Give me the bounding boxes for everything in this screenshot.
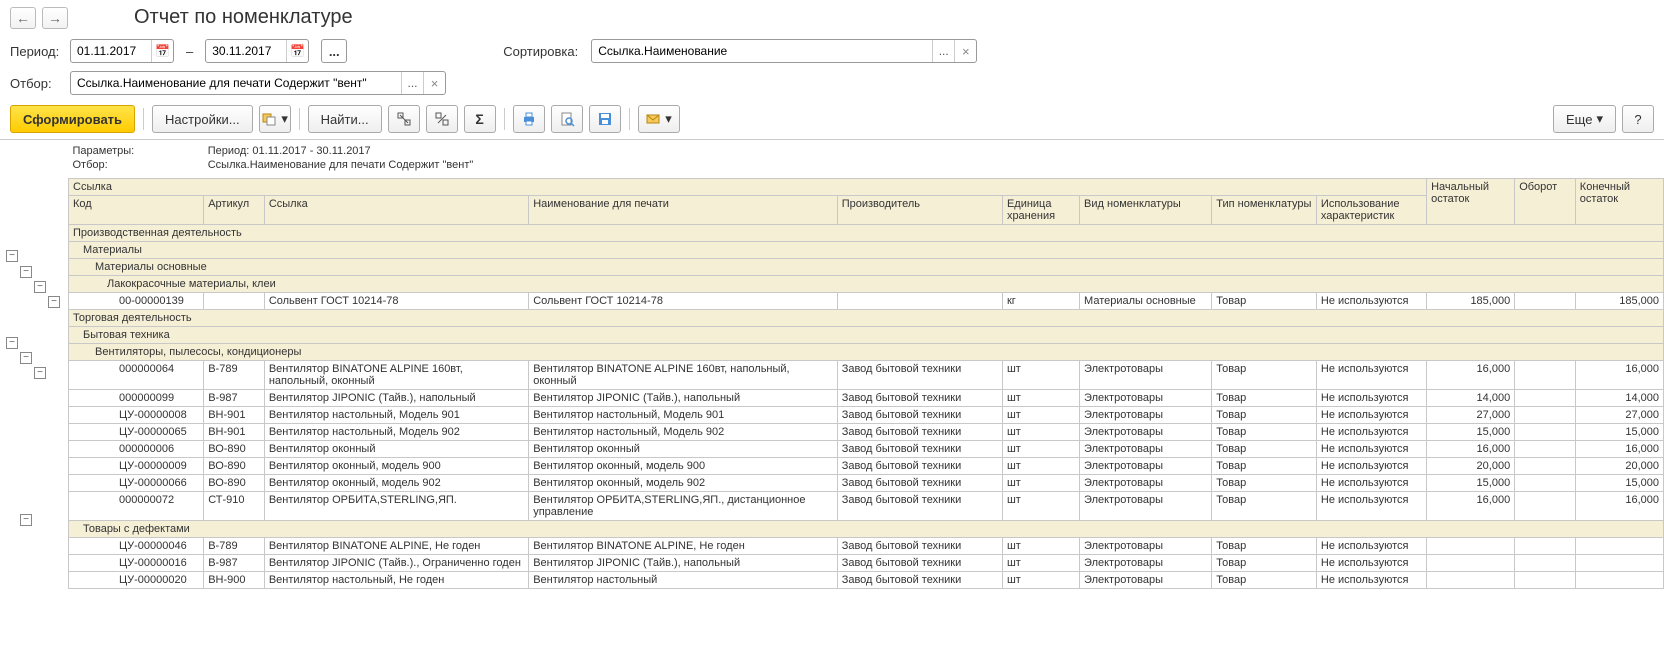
header-isp: Использование характеристик	[1316, 195, 1426, 224]
table-row[interactable]: ЦУ-00000065ВН-901Вентилятор настольный, …	[69, 423, 1664, 440]
params-label: Параметры:	[69, 144, 204, 158]
sort-group: ... ×	[591, 39, 977, 63]
tree-toggle[interactable]: −	[20, 514, 32, 526]
print-button[interactable]	[513, 105, 545, 133]
header-tip: Тип номенклатуры	[1212, 195, 1317, 224]
table-row[interactable]: 00-00000139Сольвент ГОСТ 10214-78Сольвен…	[69, 292, 1664, 309]
save-button[interactable]	[589, 105, 621, 133]
header-vid: Вид номенклатуры	[1080, 195, 1212, 224]
group-row[interactable]: Вентиляторы, пылесосы, кондиционеры	[69, 343, 1664, 360]
tree-toggle[interactable]: −	[6, 337, 18, 349]
params-text: Период: 01.11.2017 - 30.11.2017	[204, 144, 1664, 158]
preview-button[interactable]	[551, 105, 583, 133]
header-kon: Конечный остаток	[1575, 178, 1663, 224]
forward-button[interactable]: →	[42, 7, 68, 29]
period-from-input[interactable]	[71, 40, 151, 62]
report-body[interactable]: Параметры: Период: 01.11.2017 - 30.11.20…	[68, 140, 1664, 616]
period-to-input[interactable]	[206, 40, 286, 62]
generate-button[interactable]: Сформировать	[10, 105, 135, 133]
table-row[interactable]: ЦУ-00000046B-789Вентилятор BINATONE ALPI…	[69, 537, 1664, 554]
period-dash: –	[182, 44, 197, 59]
header-print: Наименование для печати	[529, 195, 837, 224]
email-button[interactable]: ▾	[638, 105, 680, 133]
table-row[interactable]: 000000064B-789Вентилятор BINATONE ALPINE…	[69, 360, 1664, 389]
tree-toggle[interactable]: −	[48, 296, 60, 308]
sort-ellipsis-button[interactable]: ...	[932, 40, 954, 62]
group-row[interactable]: Бытовая техника	[69, 326, 1664, 343]
tree-toggle[interactable]: −	[6, 250, 18, 262]
group-row[interactable]: Лакокрасочные материалы, клеи	[69, 275, 1664, 292]
separator	[629, 108, 630, 130]
header-nach: Начальный остаток	[1427, 178, 1515, 224]
header-unit: Единица хранения	[1002, 195, 1079, 224]
table-row[interactable]: ЦУ-00000008ВН-901Вентилятор настольный, …	[69, 406, 1664, 423]
group-row[interactable]: Материалы	[69, 241, 1664, 258]
table-row[interactable]: ЦУ-00000009ВО-890Вентилятор оконный, мод…	[69, 457, 1664, 474]
report-table: Параметры: Период: 01.11.2017 - 30.11.20…	[68, 140, 1664, 589]
sort-label: Сортировка:	[503, 44, 583, 59]
table-row[interactable]: 000000072СТ-910Вентилятор ОРБИТА,STERLIN…	[69, 491, 1664, 520]
top-nav-bar: ← → Отчет по номенклатуре	[0, 0, 1664, 35]
params-filter-text: Ссылка.Наименование для печати Содержит …	[204, 158, 1664, 172]
header-prod: Производитель	[837, 195, 1002, 224]
page-title: Отчет по номенклатуре	[134, 6, 353, 29]
group-row[interactable]: Товары с дефектами	[69, 520, 1664, 537]
back-button[interactable]: ←	[10, 7, 36, 29]
find-button[interactable]: Найти...	[308, 105, 382, 133]
table-row[interactable]: 000000006ВО-890Вентилятор оконныйВентиля…	[69, 440, 1664, 457]
period-ellipsis-button[interactable]: ...	[321, 39, 347, 63]
header-art: Артикул	[204, 195, 265, 224]
tree-toggle[interactable]: −	[34, 281, 46, 293]
tree-toggle[interactable]: −	[20, 352, 32, 364]
tree-gutter: − − − − − − − −	[0, 140, 68, 616]
table-row[interactable]: 000000099B-987Вентилятор JIPONIC (Тайв.)…	[69, 389, 1664, 406]
period-row: Период: 📅 – 📅 ... Сортировка: ... ×	[0, 35, 1664, 67]
filter-label: Отбор:	[10, 76, 62, 91]
settings-button[interactable]: Настройки...	[152, 105, 253, 133]
help-button[interactable]: ?	[1622, 105, 1654, 133]
table-row[interactable]: ЦУ-00000020ВН-900Вентилятор настольный, …	[69, 571, 1664, 588]
filter-ellipsis-button[interactable]: ...	[401, 72, 423, 94]
separator	[504, 108, 505, 130]
table-row[interactable]: ЦУ-00000066ВО-890Вентилятор оконный, мод…	[69, 474, 1664, 491]
header-ssylka: Ссылка	[264, 195, 528, 224]
collapse-all-button[interactable]	[426, 105, 458, 133]
toolbar: Сформировать Настройки... ▾ Найти... Σ ▾…	[0, 99, 1664, 139]
sort-clear-button[interactable]: ×	[954, 40, 976, 62]
group-row[interactable]: Материалы основные	[69, 258, 1664, 275]
filter-clear-button[interactable]: ×	[423, 72, 445, 94]
filter-input[interactable]	[71, 72, 401, 94]
separator	[143, 108, 144, 130]
group-row[interactable]: Производственная деятельность	[69, 224, 1664, 241]
group-row[interactable]: Торговая деятельность	[69, 309, 1664, 326]
more-button[interactable]: Еще ▾	[1553, 105, 1616, 133]
sum-button[interactable]: Σ	[464, 105, 496, 133]
period-from-group: 📅	[70, 39, 174, 63]
more-label: Еще	[1566, 112, 1592, 127]
tree-toggle[interactable]: −	[34, 367, 46, 379]
header-code: Код	[69, 195, 204, 224]
params-filter-label: Отбор:	[69, 158, 204, 172]
table-row[interactable]: ЦУ-00000016B-987Вентилятор JIPONIC (Тайв…	[69, 554, 1664, 571]
header-obor: Оборот	[1515, 178, 1576, 224]
expand-all-button[interactable]	[388, 105, 420, 133]
filter-row: Отбор: ... ×	[0, 67, 1664, 99]
period-label: Период:	[10, 44, 62, 59]
report-area: − − − − − − − − Параметры: Период: 01.11…	[0, 139, 1664, 616]
tree-toggle[interactable]: −	[20, 266, 32, 278]
header-ssylka-top: Ссылка	[69, 178, 1427, 195]
calendar-icon[interactable]: 📅	[151, 40, 173, 62]
calendar-icon[interactable]: 📅	[286, 40, 308, 62]
variants-button[interactable]: ▾	[259, 105, 291, 133]
period-to-group: 📅	[205, 39, 309, 63]
separator	[299, 108, 300, 130]
filter-group: ... ×	[70, 71, 446, 95]
sort-input[interactable]	[592, 40, 932, 62]
